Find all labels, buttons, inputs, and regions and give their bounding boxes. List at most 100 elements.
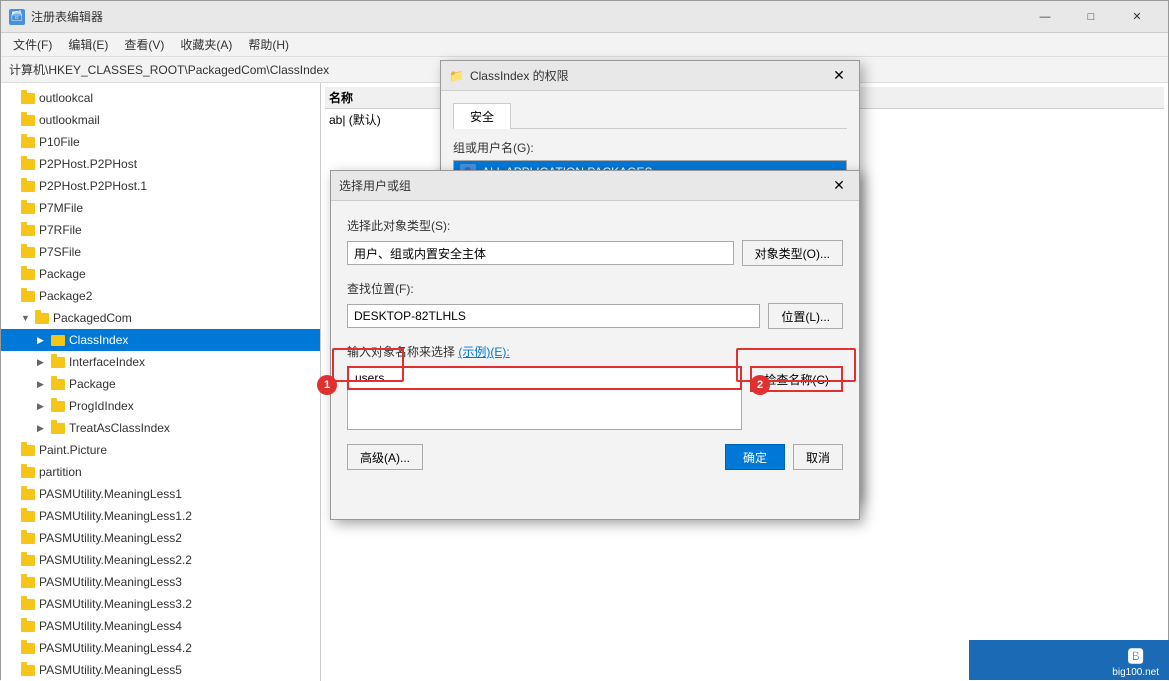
folder-icon xyxy=(21,269,35,280)
menu-file[interactable]: 文件(F) xyxy=(5,34,60,55)
folder-icon xyxy=(21,621,35,632)
menu-bar: 文件(F) 编辑(E) 查看(V) 收藏夹(A) 帮助(H) xyxy=(1,33,1168,57)
folder-icon xyxy=(21,203,35,214)
tree-item[interactable]: partition xyxy=(1,461,320,483)
location-button[interactable]: 位置(L)... xyxy=(768,303,843,329)
app-icon: 🗃 xyxy=(9,9,25,25)
logo-icon: 🅱 xyxy=(1128,643,1144,667)
tree-item[interactable]: PASMUtility.MeaningLess3 xyxy=(1,571,320,593)
tree-item[interactable]: PASMUtility.MeaningLess1.2 xyxy=(1,505,320,527)
tree-item[interactable]: PASMUtility.MeaningLess3.2 xyxy=(1,593,320,615)
bottom-bar: 🅱 big100.net xyxy=(969,640,1169,680)
permissions-title-text: ClassIndex 的权限 xyxy=(470,67,569,84)
permissions-close-button[interactable]: ✕ xyxy=(827,64,851,88)
object-type-row: 对象类型(O)... xyxy=(347,240,843,266)
folder-icon xyxy=(21,489,35,500)
menu-edit[interactable]: 编辑(E) xyxy=(60,34,116,55)
tree-panel[interactable]: outlookcal outlookmail P10File P2PHost.P… xyxy=(1,83,321,681)
folder-icon xyxy=(51,379,65,390)
tree-item[interactable]: PASMUtility.MeaningLess4 xyxy=(1,615,320,637)
select-user-title-text: 选择用户或组 xyxy=(339,177,411,194)
tree-item[interactable]: ▶ ProgIdIndex xyxy=(1,395,320,417)
tree-item-classindex[interactable]: ▶ ClassIndex xyxy=(1,329,320,351)
select-user-ok-button[interactable]: 确定 xyxy=(725,444,785,470)
folder-icon xyxy=(21,445,35,456)
tree-item[interactable]: Paint.Picture xyxy=(1,439,320,461)
expand-arrow-icon: ▶ xyxy=(37,379,49,390)
tree-item[interactable]: P2PHost.P2PHost xyxy=(1,153,320,175)
expand-arrow-icon: ▼ xyxy=(21,313,33,323)
tree-item[interactable]: P7SFile xyxy=(1,241,320,263)
advanced-button[interactable]: 高级(A)... xyxy=(347,444,423,470)
tree-item[interactable]: PASMUtility.MeaningLess2 xyxy=(1,527,320,549)
tree-item[interactable]: Package2 xyxy=(1,285,320,307)
object-type-section: 选择此对象类型(S): 对象类型(O)... xyxy=(347,217,843,266)
input-name-row: 检查名称(C) xyxy=(347,366,843,430)
location-label: 查找位置(F): xyxy=(347,280,843,297)
folder-icon xyxy=(21,115,35,126)
badge-2: 2 xyxy=(750,375,770,395)
minimize-button[interactable]: — xyxy=(1022,1,1068,33)
select-user-title-bar: 选择用户或组 ✕ xyxy=(331,171,859,201)
group-label: 组或用户名(G): xyxy=(453,139,847,156)
permissions-title-bar: 📁 ClassIndex 的权限 ✕ xyxy=(441,61,859,91)
close-button[interactable]: ✕ xyxy=(1114,1,1160,33)
menu-help[interactable]: 帮助(H) xyxy=(240,34,297,55)
folder-icon xyxy=(21,577,35,588)
object-type-input[interactable] xyxy=(347,241,734,265)
tree-item[interactable]: PASMUtility.MeaningLess2.2 xyxy=(1,549,320,571)
tree-item[interactable]: PASMUtility.MeaningLess1 xyxy=(1,483,320,505)
tree-item[interactable]: outlookcal xyxy=(1,87,320,109)
select-user-close-button[interactable]: ✕ xyxy=(827,174,851,198)
expand-arrow-icon: ▶ xyxy=(37,401,49,412)
object-name-input[interactable] xyxy=(347,366,742,390)
folder-icon xyxy=(51,423,65,434)
object-type-button[interactable]: 对象类型(O)... xyxy=(742,240,843,266)
tree-item[interactable]: PASMUtility.MeaningLess4.2 xyxy=(1,637,320,659)
input-area xyxy=(347,366,742,430)
tree-item[interactable]: Package xyxy=(1,263,320,285)
tree-item[interactable]: ▶ TreatAsClassIndex xyxy=(1,417,320,439)
example-link[interactable]: (示例)(E): xyxy=(458,345,509,359)
tree-item[interactable]: outlookmail xyxy=(1,109,320,131)
folder-icon xyxy=(51,357,65,368)
folder-icon xyxy=(21,533,35,544)
folder-icon xyxy=(21,93,35,104)
tree-item[interactable]: P7MFile xyxy=(1,197,320,219)
folder-icon xyxy=(21,555,35,566)
maximize-button[interactable]: □ xyxy=(1068,1,1114,33)
input-name-label: 输入对象名称来选择 (示例)(E): xyxy=(347,343,843,360)
menu-favorites[interactable]: 收藏夹(A) xyxy=(172,34,240,55)
select-user-title-left: 选择用户或组 xyxy=(339,177,411,194)
logo-text: big100.net xyxy=(1112,667,1159,678)
select-user-cancel-button[interactable]: 取消 xyxy=(793,444,843,470)
app-title: 注册表编辑器 xyxy=(31,8,103,25)
folder-icon xyxy=(21,159,35,170)
tree-item[interactable]: ▶ Package xyxy=(1,373,320,395)
location-row: 位置(L)... xyxy=(347,303,843,329)
menu-view[interactable]: 查看(V) xyxy=(116,34,172,55)
tree-item[interactable]: P10File xyxy=(1,131,320,153)
permissions-folder-icon: 📁 xyxy=(449,69,464,83)
tree-item-packagedcom[interactable]: ▼ PackagedCom xyxy=(1,307,320,329)
object-type-label: 选择此对象类型(S): xyxy=(347,217,843,234)
location-section: 查找位置(F): 位置(L)... xyxy=(347,280,843,329)
folder-icon xyxy=(21,137,35,148)
tree-item[interactable]: P7RFile xyxy=(1,219,320,241)
folder-icon xyxy=(21,181,35,192)
folder-icon xyxy=(51,401,65,412)
security-tab[interactable]: 安全 xyxy=(453,103,511,129)
tree-item[interactable]: ▶ InterfaceIndex xyxy=(1,351,320,373)
select-user-body: 选择此对象类型(S): 对象类型(O)... 查找位置(F): 位置(L)...… xyxy=(331,201,859,486)
tree-item[interactable]: PASMUtility.MeaningLess5 xyxy=(1,659,320,681)
title-bar: 🗃 注册表编辑器 — □ ✕ xyxy=(1,1,1168,33)
logo-area: 🅱 big100.net xyxy=(1112,643,1159,678)
window-controls: — □ ✕ xyxy=(1022,1,1160,33)
dialog-select-user: 选择用户或组 ✕ 选择此对象类型(S): 对象类型(O)... 查找位置(F):… xyxy=(330,170,860,520)
folder-icon xyxy=(21,599,35,610)
folder-icon xyxy=(51,335,65,346)
location-input[interactable] xyxy=(347,304,760,328)
folder-icon xyxy=(21,665,35,676)
tree-item[interactable]: P2PHost.P2PHost.1 xyxy=(1,175,320,197)
folder-icon xyxy=(21,247,35,258)
